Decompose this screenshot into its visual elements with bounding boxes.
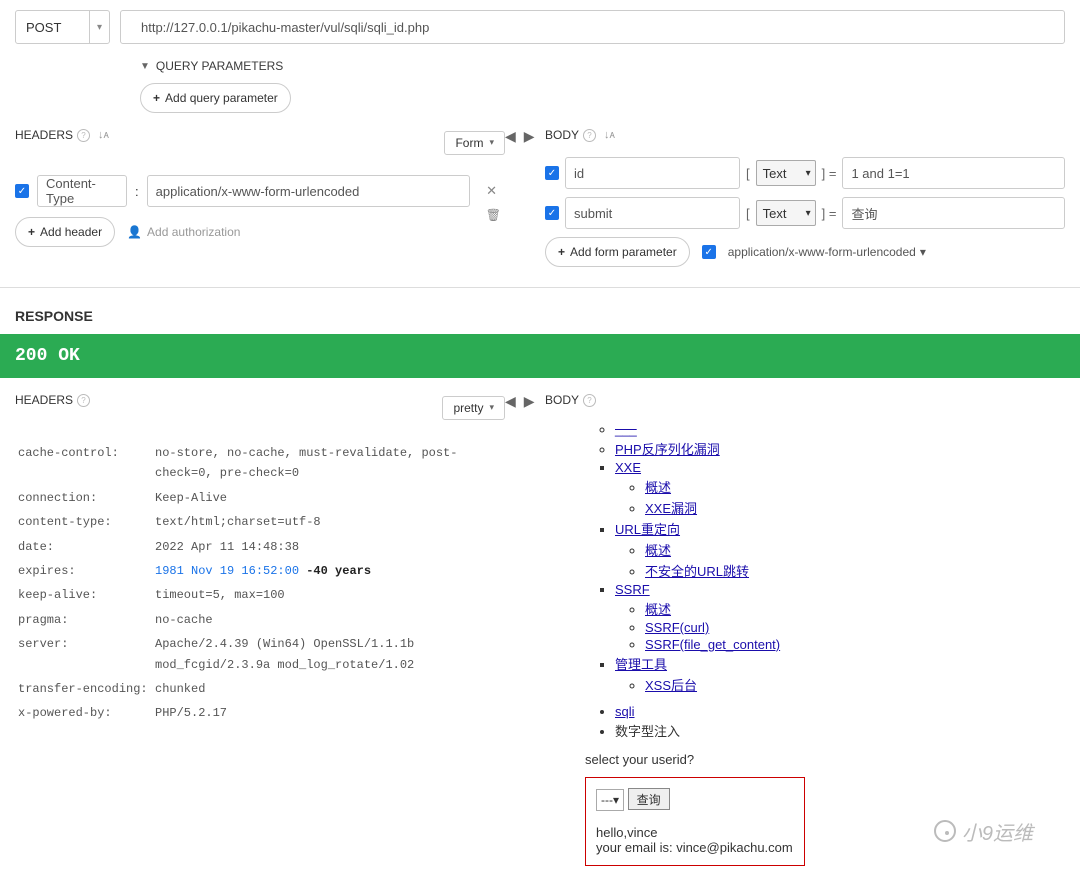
- nav-link[interactable]: SSRF(file_get_content): [645, 637, 780, 652]
- response-title: RESPONSE: [0, 287, 1080, 334]
- header-row: ✓ Content-Type : application/x-www-form-…: [15, 175, 505, 207]
- help-icon[interactable]: ?: [583, 394, 596, 407]
- watermark-icon: [934, 820, 956, 842]
- caret-down-icon: ▾: [489, 402, 494, 413]
- add-authorization-button[interactable]: 👤 Add authorization: [127, 225, 240, 239]
- param-value-input[interactable]: 查询: [842, 197, 1065, 229]
- nav-link[interactable]: XXE漏洞: [645, 501, 697, 516]
- header-value-input[interactable]: application/x-www-form-urlencoded: [147, 175, 470, 207]
- remove-header-button[interactable]: ✕: [478, 183, 505, 199]
- sort-icon[interactable]: ↓ᴀ: [604, 129, 615, 141]
- collapse-left-icon[interactable]: ◀: [505, 393, 516, 410]
- nav-link[interactable]: 管理工具: [615, 657, 667, 672]
- query-parameters-toggle[interactable]: ▼ QUERY PARAMETERS: [140, 54, 1080, 83]
- form-param-row: ✓ submit [ Text ] = 查询: [545, 197, 1065, 229]
- param-checkbox[interactable]: ✓: [545, 166, 559, 180]
- header-name-input[interactable]: Content-Type: [37, 175, 127, 207]
- add-form-parameter-button[interactable]: + Add form parameter: [545, 237, 690, 267]
- nav-link[interactable]: ___: [615, 422, 637, 437]
- sort-icon[interactable]: ↓ᴀ: [98, 129, 109, 141]
- response-headers-format-select[interactable]: pretty ▾: [442, 396, 505, 420]
- query-parameters-title: QUERY PARAMETERS: [156, 59, 283, 73]
- colon-separator: :: [135, 184, 139, 199]
- plus-icon: +: [558, 245, 565, 259]
- http-method-value: POST: [26, 20, 61, 35]
- add-query-parameter-button[interactable]: + Add query parameter: [140, 83, 291, 113]
- caret-down-icon: ▾: [489, 137, 494, 148]
- plus-icon: +: [28, 225, 35, 239]
- userid-select[interactable]: --- ▾: [596, 789, 624, 811]
- plus-icon: +: [153, 91, 160, 105]
- url-input[interactable]: http://127.0.0.1/pikachu-master/vul/sqli…: [120, 10, 1065, 44]
- triangle-down-icon: ▼: [140, 61, 150, 72]
- result-email: your email is: vince@pikachu.com: [596, 840, 794, 855]
- param-name-input[interactable]: id: [565, 157, 740, 189]
- request-body-title: BODY ? ↓ᴀ: [545, 128, 1065, 142]
- param-type-select[interactable]: Text: [756, 200, 816, 226]
- nav-link[interactable]: SSRF: [615, 582, 650, 597]
- header-checkbox[interactable]: ✓: [15, 184, 29, 198]
- person-icon: 👤: [127, 225, 142, 239]
- nav-link[interactable]: 不安全的URL跳转: [645, 564, 749, 579]
- nav-link[interactable]: SSRF(curl): [645, 620, 709, 635]
- nav-link[interactable]: sqli: [615, 704, 635, 719]
- http-method-select[interactable]: POST ▾: [15, 10, 110, 44]
- query-button[interactable]: 查询: [628, 788, 670, 810]
- nav-link[interactable]: XSS后台: [645, 678, 697, 693]
- content-type-checkbox[interactable]: ✓: [702, 245, 716, 259]
- response-body-content: ___ PHP反序列化漏洞 XXE 概述 XXE漏洞 URL重定向 概述 不安全…: [545, 422, 1065, 694]
- help-icon[interactable]: ?: [77, 394, 90, 407]
- nav-link[interactable]: XXE: [615, 460, 641, 475]
- add-header-button[interactable]: + Add header: [15, 217, 115, 247]
- collapse-left-icon[interactable]: ◀: [505, 128, 516, 145]
- response-body-title: BODY ?: [545, 393, 1065, 407]
- response-status: 200 OK: [0, 334, 1080, 378]
- body-content-type-select[interactable]: application/x-www-form-urlencoded ▾: [728, 245, 926, 259]
- form-param-row: ✓ id [ Text ] = 1 and 1=1: [545, 157, 1065, 189]
- response-headers-table: cache-control:no-store, no-cache, must-r…: [15, 440, 505, 727]
- nav-link[interactable]: 概述: [645, 543, 671, 558]
- url-value: http://127.0.0.1/pikachu-master/vul/sqli…: [141, 20, 429, 35]
- nav-link[interactable]: PHP反序列化漏洞: [615, 442, 720, 457]
- response-headers-title: HEADERS ?: [15, 393, 90, 407]
- param-checkbox[interactable]: ✓: [545, 206, 559, 220]
- help-icon[interactable]: ?: [583, 129, 596, 142]
- param-value-input[interactable]: 1 and 1=1: [842, 157, 1065, 189]
- nav-link[interactable]: 概述: [645, 602, 671, 617]
- headers-format-select[interactable]: Form ▾: [444, 131, 505, 155]
- collapse-right-icon[interactable]: ▶: [524, 128, 535, 145]
- request-headers-title: HEADERS ? ↓ᴀ: [15, 128, 109, 142]
- result-hello: hello,vince: [596, 825, 794, 840]
- collapse-right-icon[interactable]: ▶: [524, 393, 535, 410]
- prompt-text: select your userid?: [585, 752, 1065, 767]
- caret-down-icon: ▾: [89, 11, 109, 43]
- nav-link[interactable]: 概述: [645, 480, 671, 495]
- param-name-input[interactable]: submit: [565, 197, 740, 229]
- nav-link[interactable]: URL重定向: [615, 522, 680, 537]
- caret-down-icon: ▾: [920, 245, 926, 259]
- param-type-select[interactable]: Text: [756, 160, 816, 186]
- result-highlight-box: --- ▾ 查询 hello,vince your email is: vinc…: [585, 777, 805, 866]
- watermark: 小9运维: [934, 817, 1033, 846]
- trash-icon[interactable]: 🗑: [486, 208, 501, 222]
- help-icon[interactable]: ?: [77, 129, 90, 142]
- page-heading: 数字型注入: [615, 724, 680, 739]
